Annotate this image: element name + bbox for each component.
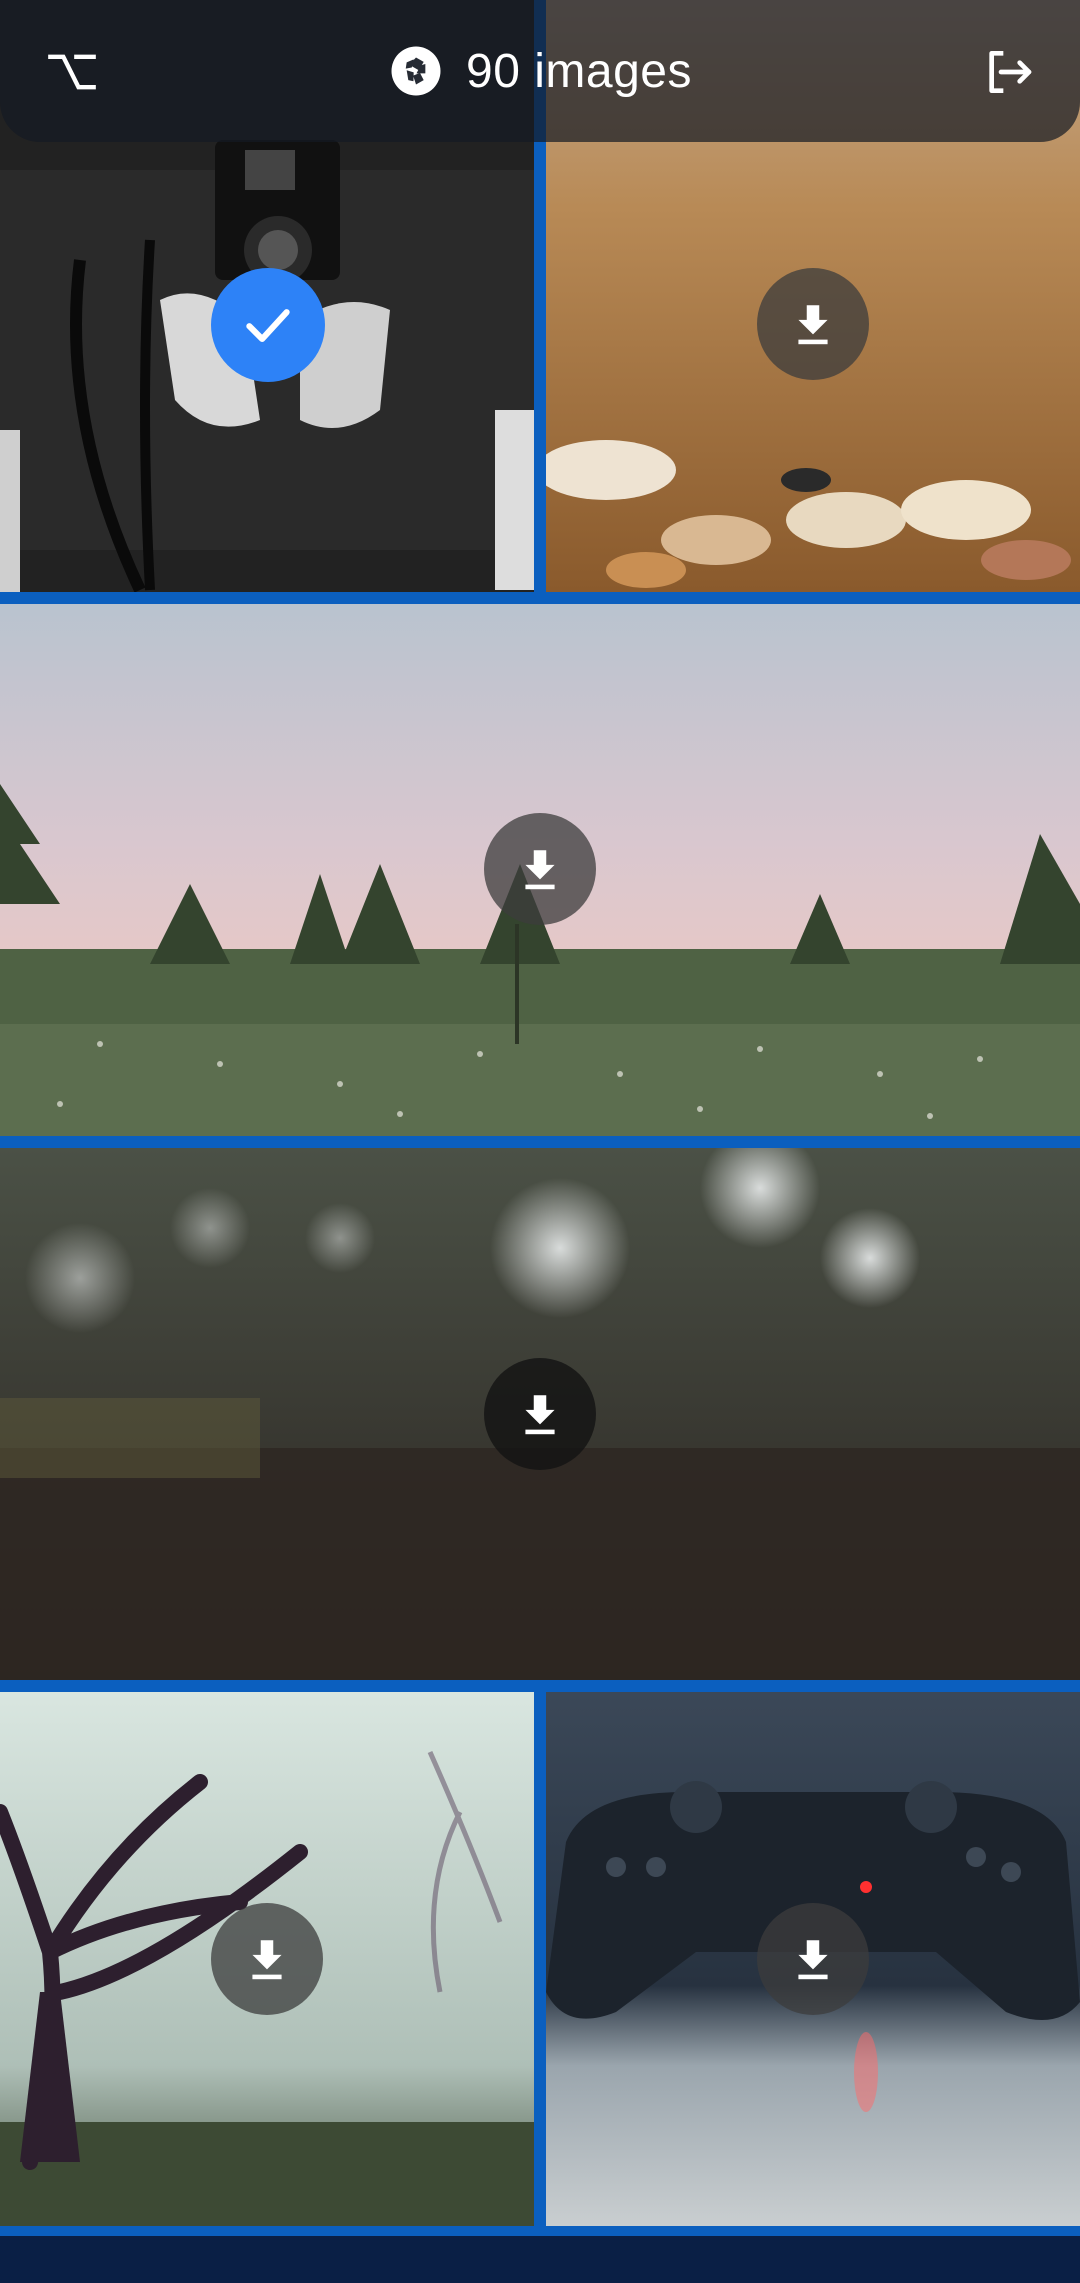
download-button[interactable] (484, 813, 596, 925)
download-icon (525, 1395, 555, 1435)
image-tile-foggy-tree[interactable] (0, 1692, 534, 2226)
page-title: 90 images (466, 44, 692, 98)
grid-divider (0, 2226, 1080, 2236)
download-icon (252, 1940, 282, 1980)
camera-aperture-icon (391, 46, 441, 96)
header-title-group: 90 images (0, 34, 1080, 108)
download-button[interactable] (757, 268, 869, 380)
exit-icon (989, 51, 1032, 93)
image-tile-game-controller[interactable] (546, 1692, 1080, 2226)
download-button[interactable] (211, 1903, 323, 2015)
logout-button[interactable] (974, 38, 1042, 106)
image-tile-meadow[interactable] (0, 604, 1080, 1136)
grid-divider (0, 1136, 1080, 1148)
download-icon (798, 305, 828, 345)
top-app-bar: 90 images (0, 0, 1080, 142)
grid-divider (534, 1692, 546, 2236)
selected-check-button[interactable] (211, 268, 325, 382)
checkmark-icon (246, 309, 290, 343)
grid-divider (0, 1680, 1080, 1692)
image-tile-bokeh-forest[interactable] (0, 1148, 1080, 1680)
download-icon (525, 850, 555, 890)
download-button[interactable] (757, 1903, 869, 2015)
download-icon (798, 1940, 828, 1980)
download-button[interactable] (484, 1358, 596, 1470)
bottom-bar (0, 2236, 1080, 2283)
